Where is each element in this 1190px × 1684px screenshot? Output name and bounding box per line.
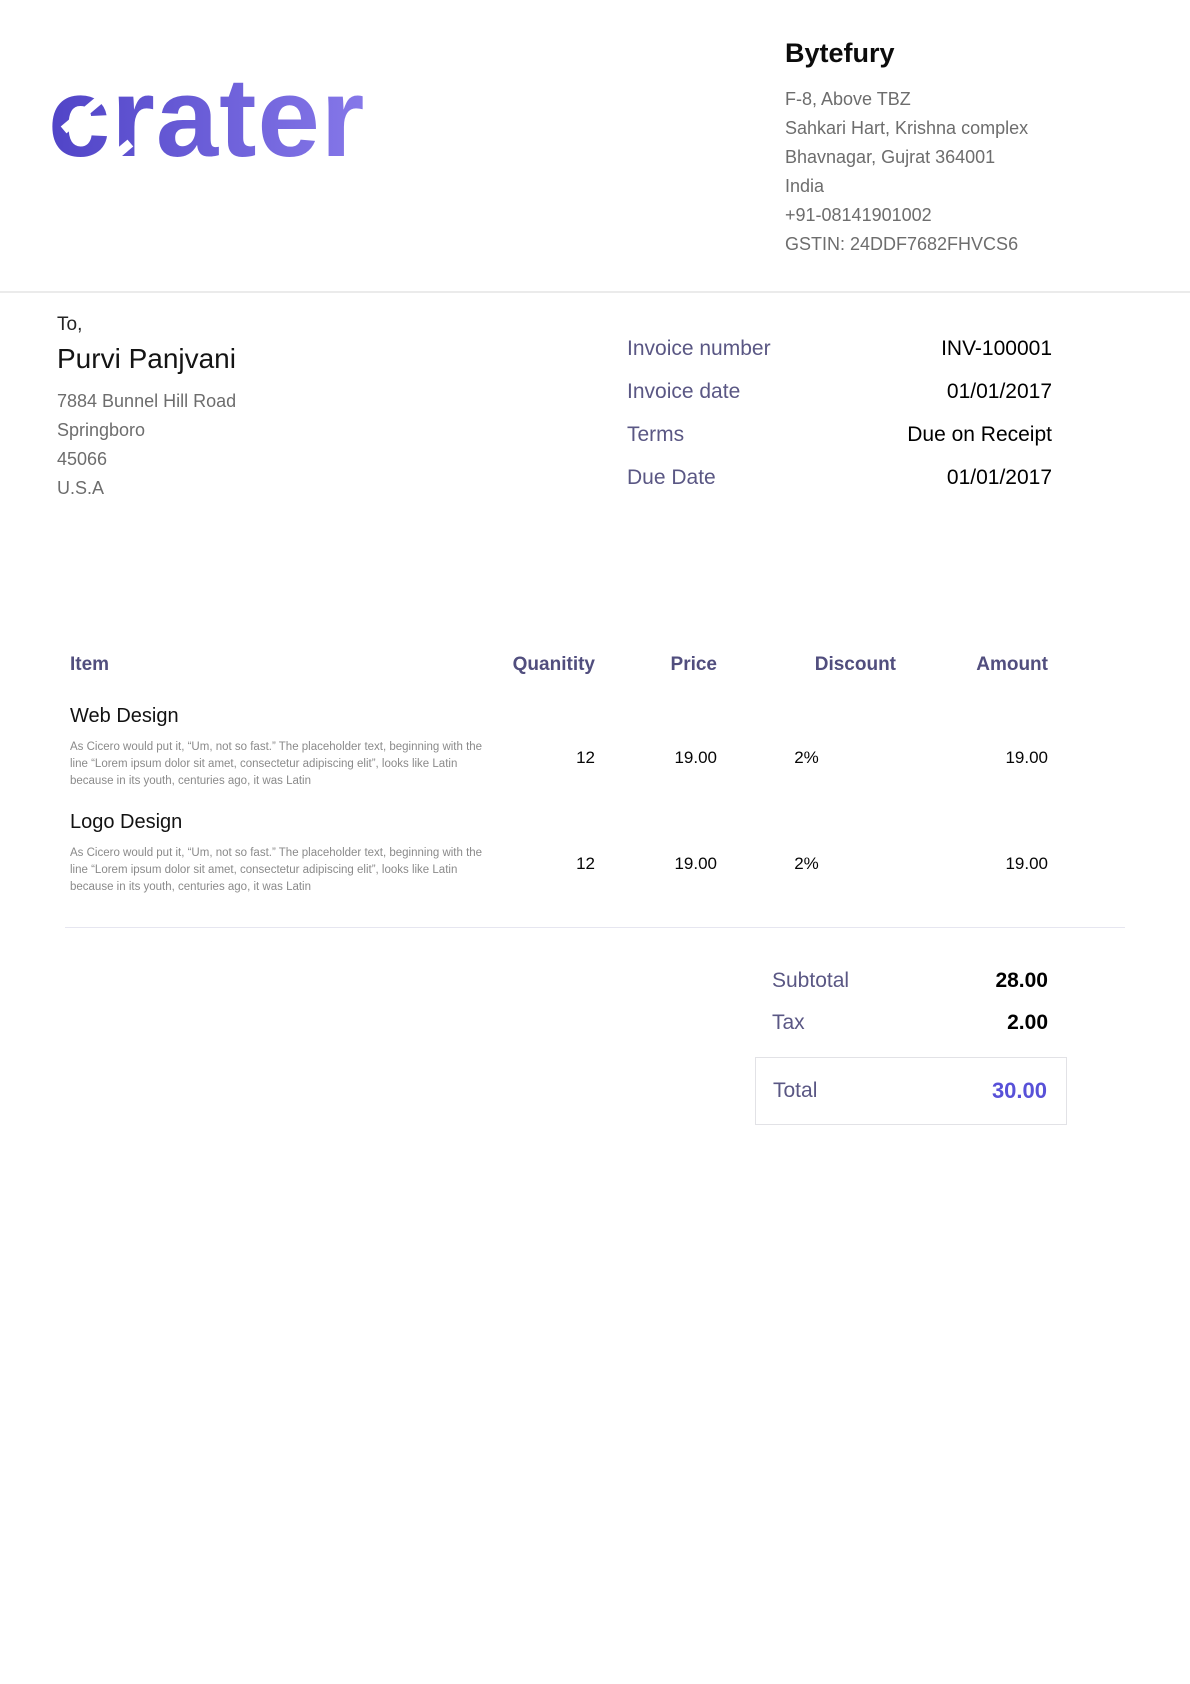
item-price: 19.00 [595, 808, 717, 896]
item-amount: 19.00 [896, 702, 1048, 790]
customer-address-line: 45066 [57, 445, 477, 474]
tax-value: 2.00 [1007, 1011, 1048, 1035]
company-info: Bytefury F-8, Above TBZ Sahkari Hart, Kr… [785, 38, 1165, 259]
company-gstin: GSTIN: 24DDF7682FHVCS6 [785, 230, 1165, 259]
invoice-meta-section: Invoice number INV-100001 Invoice date 0… [627, 334, 1052, 506]
item-quantity: 12 [485, 702, 595, 790]
totals-section: Subtotal 28.00 Tax 2.00 Total 30.00 [755, 960, 1067, 1125]
invoice-date-value: 01/01/2017 [947, 377, 1052, 407]
invoice-number-value: INV-100001 [941, 334, 1052, 364]
company-phone: +91-08141901002 [785, 201, 1165, 230]
crater-logo: crater [48, 62, 498, 192]
subtotal-label: Subtotal [772, 969, 849, 993]
column-header-item: Item [65, 652, 485, 678]
due-date-label: Due Date [627, 463, 716, 493]
tax-row: Tax 2.00 [755, 1002, 1067, 1044]
company-address-line: F-8, Above TBZ [785, 85, 1165, 114]
company-address-line: Sahkari Hart, Krishna complex [785, 114, 1165, 143]
total-label: Total [773, 1079, 817, 1103]
terms-value: Due on Receipt [907, 420, 1052, 450]
item-description: As Cicero would put it, “Um, not so fast… [65, 739, 485, 790]
total-box: Total 30.00 [755, 1057, 1067, 1125]
column-header-discount: Discount [717, 652, 896, 678]
column-header-quantity: Quanitity [485, 652, 595, 678]
item-cell: Web Design As Cicero would put it, “Um, … [65, 702, 485, 790]
subtotal-row: Subtotal 28.00 [755, 960, 1067, 1002]
item-quantity: 12 [485, 808, 595, 896]
item-discount: 2% [717, 702, 896, 790]
item-name: Web Design [65, 702, 485, 730]
items-table: Item Quanitity Price Discount Amount Web… [65, 652, 1048, 896]
company-address-line: India [785, 172, 1165, 201]
column-header-price: Price [595, 652, 717, 678]
item-description: As Cicero would put it, “Um, not so fast… [65, 845, 485, 896]
total-value: 30.00 [992, 1078, 1047, 1104]
item-discount: 2% [717, 808, 896, 896]
table-row: Web Design As Cicero would put it, “Um, … [65, 702, 1048, 790]
tax-label: Tax [772, 1011, 805, 1035]
bill-to-section: To, Purvi Panjvani 7884 Bunnel Hill Road… [57, 314, 477, 503]
items-divider [65, 927, 1125, 928]
subtotal-value: 28.00 [995, 969, 1048, 993]
due-date-value: 01/01/2017 [947, 463, 1052, 493]
customer-address-line: 7884 Bunnel Hill Road [57, 387, 477, 416]
item-price: 19.00 [595, 702, 717, 790]
items-table-header: Item Quanitity Price Discount Amount [65, 652, 1048, 678]
item-cell: Logo Design As Cicero would put it, “Um,… [65, 808, 485, 896]
due-date-row: Due Date 01/01/2017 [627, 463, 1052, 493]
invoice-page: crater Bytefury F-8, Above TBZ Sahkari H… [0, 0, 1190, 1684]
table-row: Logo Design As Cicero would put it, “Um,… [65, 808, 1048, 896]
company-address-line: Bhavnagar, Gujrat 364001 [785, 143, 1165, 172]
customer-address-line: Springboro [57, 416, 477, 445]
terms-label: Terms [627, 420, 684, 450]
invoice-date-row: Invoice date 01/01/2017 [627, 377, 1052, 407]
terms-row: Terms Due on Receipt [627, 420, 1052, 450]
invoice-header: crater Bytefury F-8, Above TBZ Sahkari H… [0, 0, 1190, 293]
invoice-date-label: Invoice date [627, 377, 740, 407]
bill-to-label: To, [57, 314, 477, 336]
invoice-number-row: Invoice number INV-100001 [627, 334, 1052, 364]
customer-address-line: U.S.A [57, 474, 477, 503]
crater-logo-text: crater [48, 55, 365, 180]
invoice-number-label: Invoice number [627, 334, 771, 364]
item-name: Logo Design [65, 808, 485, 836]
column-header-amount: Amount [896, 652, 1048, 678]
item-amount: 19.00 [896, 808, 1048, 896]
customer-name: Purvi Panjvani [57, 343, 477, 375]
company-name: Bytefury [785, 38, 1165, 69]
